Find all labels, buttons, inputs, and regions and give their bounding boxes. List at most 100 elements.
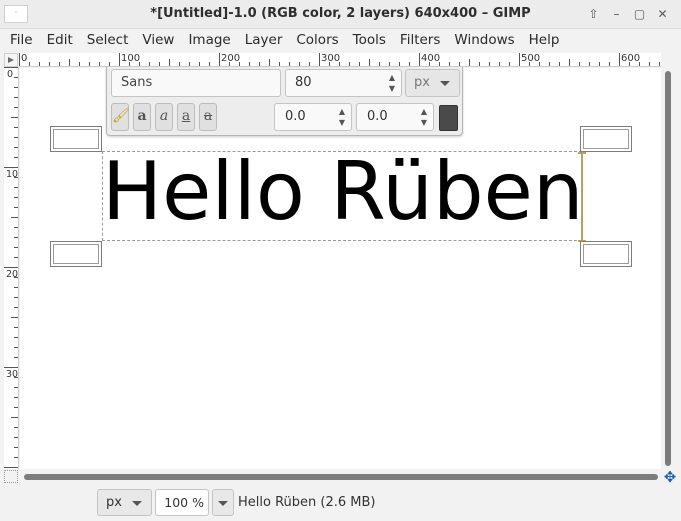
menu-file[interactable]: File bbox=[3, 29, 40, 52]
kerning-input[interactable]: 0.0 ▲ ▼ bbox=[356, 103, 434, 131]
ruler-tick bbox=[369, 59, 370, 66]
ruler-tick bbox=[259, 62, 260, 66]
ruler-tick bbox=[14, 227, 18, 228]
menu-filters[interactable]: Filters bbox=[393, 29, 447, 52]
ruler-tick bbox=[149, 62, 150, 66]
clear-style-icon[interactable]: 🖌 bbox=[111, 103, 130, 131]
unit-select[interactable]: px bbox=[97, 489, 152, 516]
menu-tools[interactable]: Tools bbox=[346, 29, 393, 52]
vertical-scroll-thumb[interactable] bbox=[665, 71, 671, 466]
hruler-label: 400 bbox=[421, 53, 441, 64]
font-size-unit-select[interactable]: px bbox=[405, 69, 460, 97]
ruler-tick bbox=[4, 467, 18, 468]
transform-handle-top-right[interactable] bbox=[580, 126, 632, 152]
ruler-tick bbox=[219, 53, 220, 66]
baseline-offset-input[interactable]: 0.0 ▲ ▼ bbox=[274, 103, 352, 131]
ruler-tick bbox=[629, 62, 630, 66]
font-size-input[interactable]: 80 ▲ ▼ bbox=[285, 69, 402, 97]
text-color-button[interactable] bbox=[439, 105, 458, 131]
ruler-tick bbox=[14, 157, 18, 158]
ruler-tick bbox=[309, 62, 310, 66]
ruler-tick bbox=[249, 62, 250, 66]
vertical-scrollbar[interactable] bbox=[662, 68, 674, 469]
horizontal-scrollbar[interactable] bbox=[20, 470, 661, 482]
menu-windows[interactable]: Windows bbox=[447, 29, 521, 52]
ruler-tick bbox=[269, 59, 270, 66]
strikethrough-icon[interactable]: a bbox=[199, 103, 217, 131]
ruler-tick bbox=[4, 267, 18, 268]
ruler-menu-button[interactable] bbox=[4, 53, 18, 67]
chevron-down-icon bbox=[218, 501, 228, 506]
kerning-spinner[interactable]: ▲ ▼ bbox=[417, 106, 431, 128]
ruler-tick bbox=[419, 53, 420, 66]
ruler-tick bbox=[14, 287, 18, 288]
ruler-right-corner bbox=[662, 53, 676, 67]
up-icon[interactable]: ⇧ bbox=[585, 6, 602, 23]
ruler-tick bbox=[89, 62, 90, 66]
ruler-tick bbox=[79, 62, 80, 66]
ruler-tick bbox=[189, 62, 190, 66]
ruler-tick bbox=[14, 357, 18, 358]
close-icon[interactable]: ✕ bbox=[654, 6, 671, 23]
minimize-icon[interactable]: – bbox=[608, 6, 625, 23]
menu-view[interactable]: View bbox=[135, 29, 181, 52]
underline-icon[interactable]: a bbox=[177, 103, 195, 131]
window-controls: ⇧ – ▢ ✕ bbox=[585, 6, 671, 23]
ruler-tick bbox=[11, 217, 18, 218]
baseline-offset-spinner[interactable]: ▲ ▼ bbox=[335, 106, 349, 128]
status-message: Hello Rüben (2.6 MB) bbox=[238, 495, 376, 510]
horizontal-ruler[interactable]: 0 100 200 300 400 500 600 bbox=[19, 53, 661, 67]
vruler-label: 100 bbox=[6, 169, 19, 180]
ruler-tick bbox=[4, 167, 18, 168]
ruler-tick bbox=[14, 337, 18, 338]
hruler-label: 200 bbox=[221, 53, 241, 64]
menu-image[interactable]: Image bbox=[181, 29, 237, 52]
menu-layer[interactable]: Layer bbox=[238, 29, 290, 52]
kerning-value: 0.0 bbox=[367, 109, 388, 124]
transform-handle-top-left[interactable] bbox=[50, 126, 102, 152]
ruler-tick bbox=[499, 62, 500, 66]
font-size-spinner[interactable]: ▲ ▼ bbox=[385, 72, 399, 94]
text-layer-content[interactable]: Hello Rüben bbox=[102, 142, 584, 242]
ruler-tick bbox=[579, 62, 580, 66]
vruler-label: 0 bbox=[6, 69, 14, 80]
ruler-tick bbox=[4, 67, 18, 68]
ruler-tick bbox=[439, 62, 440, 66]
ruler-tick bbox=[14, 307, 18, 308]
menu-colors[interactable]: Colors bbox=[289, 29, 345, 52]
ruler-tick bbox=[159, 62, 160, 66]
maximize-icon[interactable]: ▢ bbox=[631, 6, 648, 23]
ruler-tick bbox=[14, 447, 18, 448]
ruler-tick bbox=[14, 387, 18, 388]
horizontal-scroll-thumb[interactable] bbox=[24, 474, 658, 480]
zoom-dropdown[interactable] bbox=[212, 489, 234, 516]
ruler-tick bbox=[14, 107, 18, 108]
ruler-tick bbox=[449, 62, 450, 66]
quick-mask-toggle[interactable] bbox=[4, 470, 18, 483]
unit-label: px bbox=[106, 495, 122, 510]
transform-handle-bottom-left[interactable] bbox=[50, 241, 102, 267]
ruler-tick bbox=[559, 62, 560, 66]
ruler-tick bbox=[169, 59, 170, 66]
ruler-tick bbox=[14, 397, 18, 398]
chevron-down-icon bbox=[132, 501, 142, 506]
gimp-window: ▭ *[Untitled]-1.0 (RGB color, 2 layers) … bbox=[0, 0, 681, 521]
ruler-tick bbox=[29, 62, 30, 66]
menu-help[interactable]: Help bbox=[522, 29, 567, 52]
ruler-tick bbox=[14, 377, 18, 378]
bold-icon[interactable]: a bbox=[133, 103, 151, 131]
ruler-tick bbox=[489, 62, 490, 66]
ruler-tick bbox=[659, 62, 660, 66]
transform-handle-bottom-right[interactable] bbox=[580, 241, 632, 267]
menu-edit[interactable]: Edit bbox=[40, 29, 80, 52]
ruler-tick bbox=[519, 53, 520, 66]
menu-select[interactable]: Select bbox=[80, 29, 136, 52]
ruler-tick bbox=[14, 427, 18, 428]
zoom-input[interactable]: 100 % bbox=[155, 489, 209, 516]
italic-icon[interactable]: a bbox=[155, 103, 173, 131]
font-input[interactable]: Sans bbox=[111, 69, 281, 97]
vertical-ruler[interactable]: 0 100 200 300 bbox=[4, 67, 19, 469]
hruler-label: 0 bbox=[21, 53, 28, 64]
text-cursor bbox=[578, 152, 586, 242]
ruler-tick bbox=[289, 62, 290, 66]
